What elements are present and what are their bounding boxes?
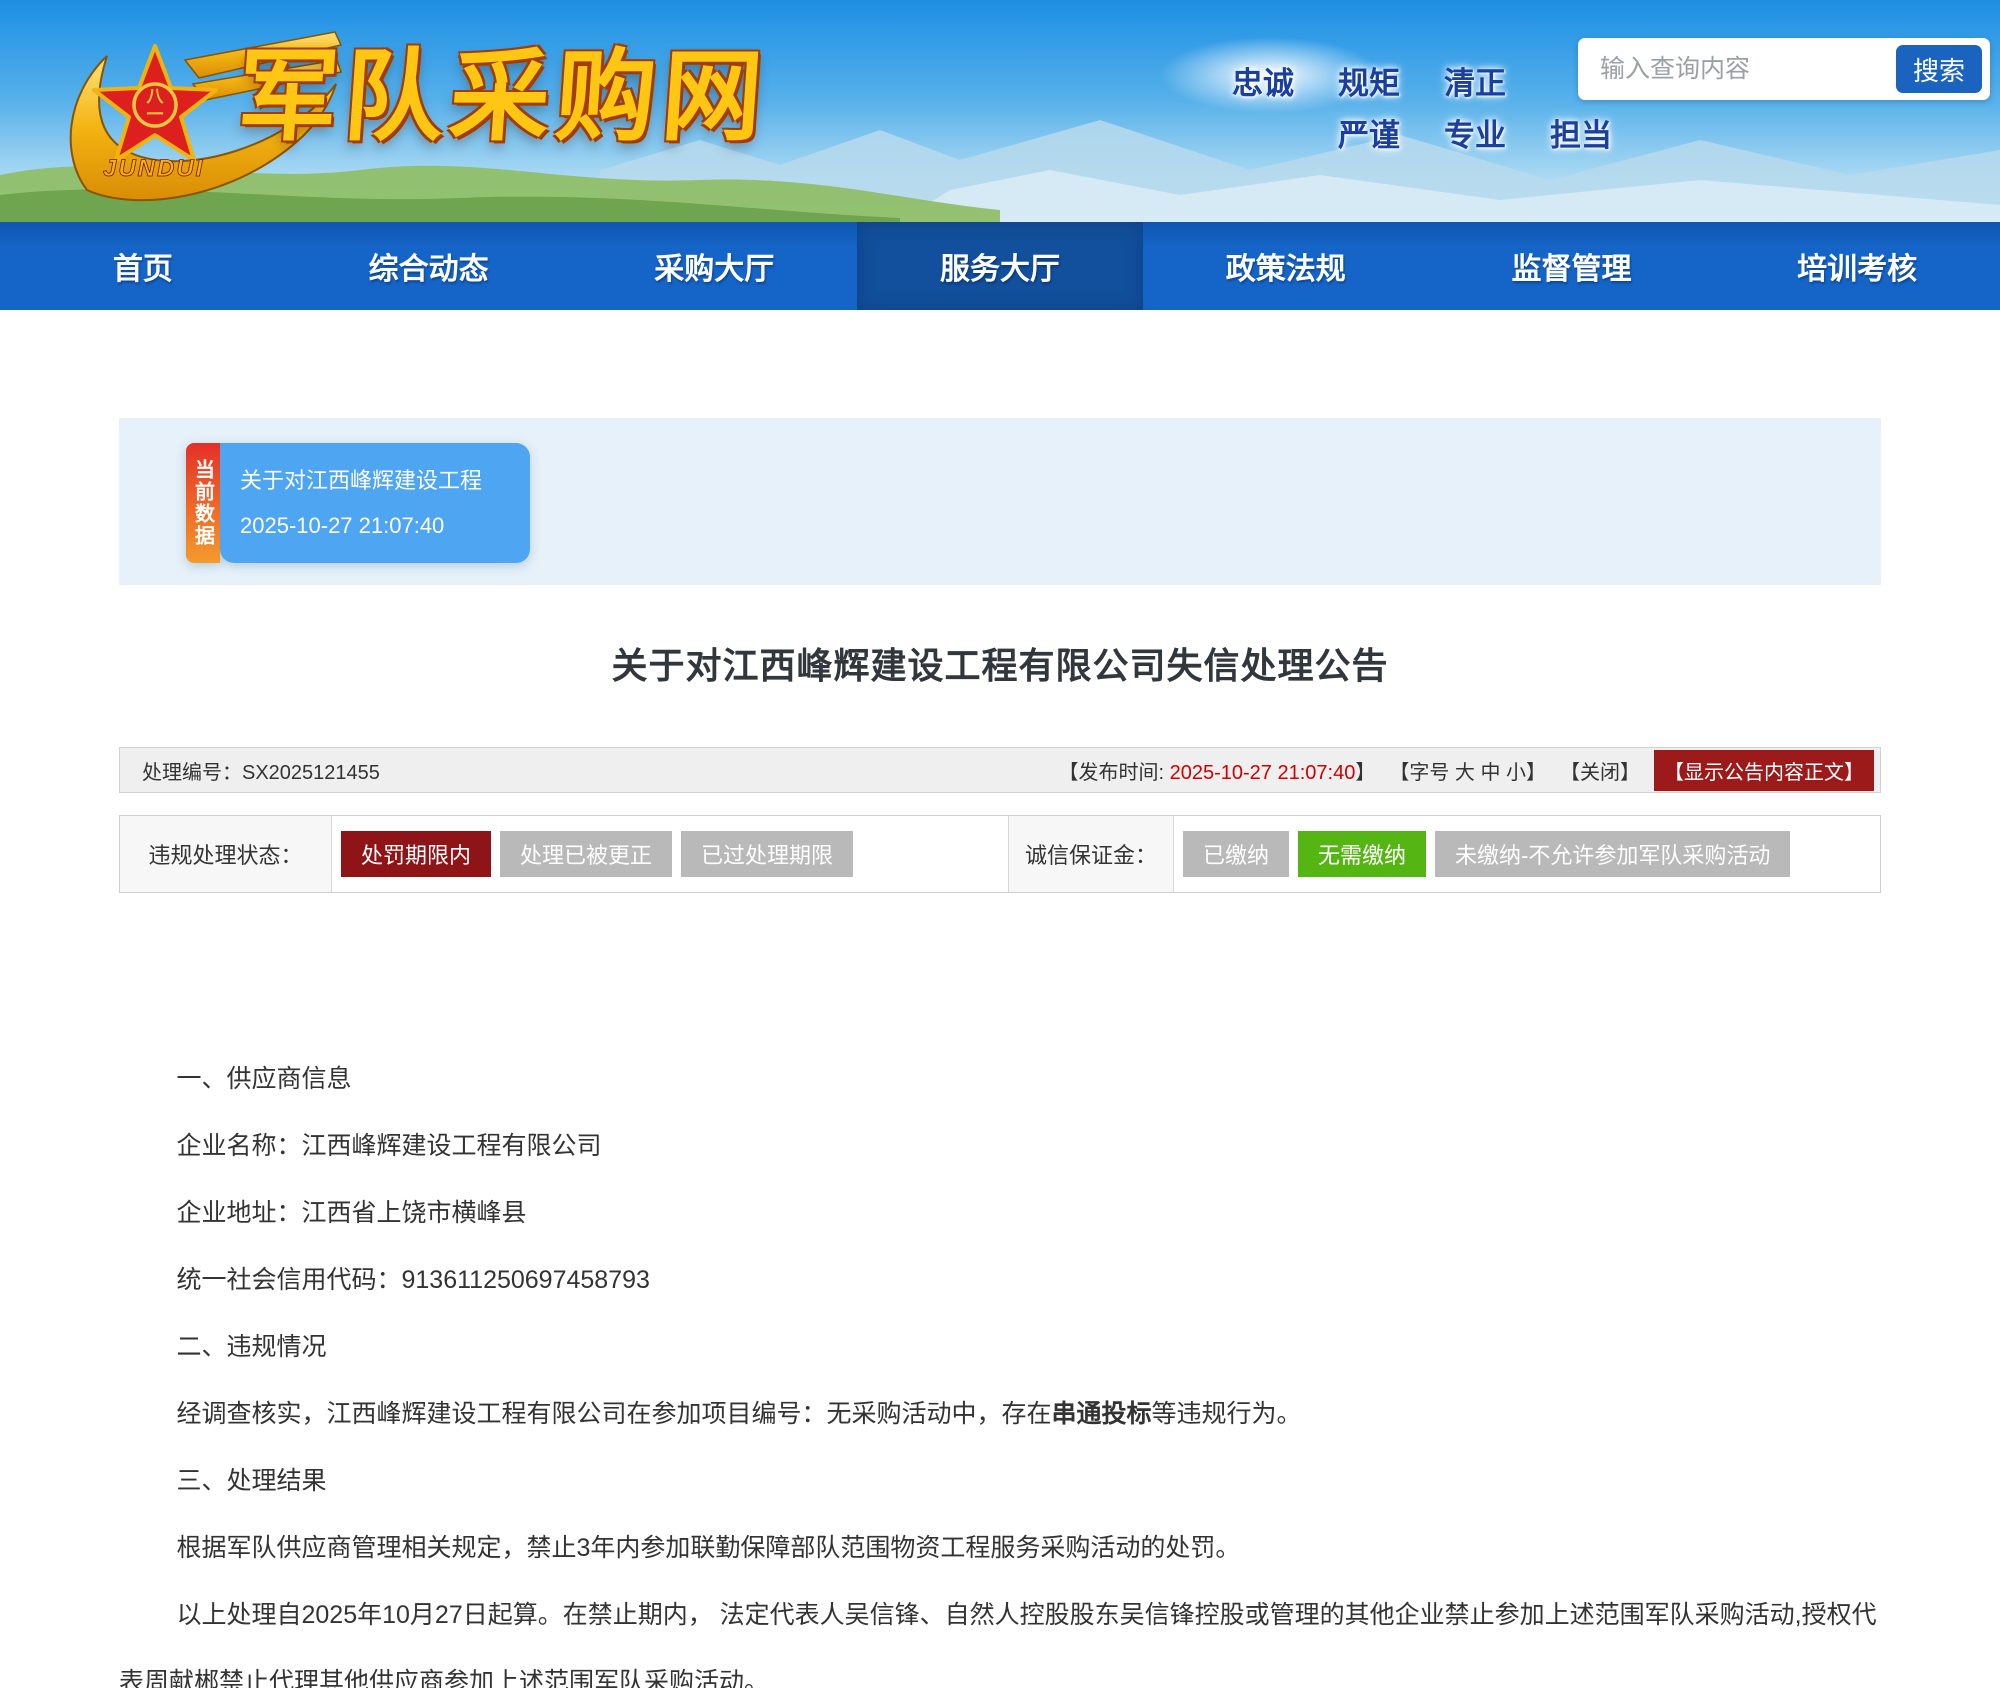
deposit-paid[interactable]: 已缴纳 <box>1183 831 1289 877</box>
nav-item-policies[interactable]: 政策法规 <box>1143 222 1429 310</box>
status-bar: 违规处理状态： 处罚期限内 处理已被更正 已过处理期限 诚信保证金： 已缴纳 无… <box>119 815 1881 893</box>
nav-item-training[interactable]: 培训考核 <box>1714 222 2000 310</box>
section-heading-supplier-info: 一、供应商信息 <box>119 1046 1889 1113</box>
nav-item-news[interactable]: 综合动态 <box>286 222 572 310</box>
deposit-options: 已缴纳 无需缴纳 未缴纳-不允许参加军队采购活动 <box>1174 816 1880 892</box>
announcement-title: 关于对江西峰辉建设工程有限公司失信处理公告 <box>119 637 1881 689</box>
deposit-label: 诚信保证金： <box>1008 816 1174 892</box>
status-period-expired[interactable]: 已过处理期限 <box>681 831 853 877</box>
process-number-label: 处理编号： <box>142 762 242 784</box>
violation-status-label: 违规处理状态： <box>120 816 332 892</box>
current-data-title: 关于对江西峰辉建设工程 <box>240 463 530 495</box>
penalty-scope-line: 以上处理自2025年10月27日起算。在禁止期内， 法定代表人吴信锋、自然人控股… <box>119 1582 1889 1688</box>
main-nav: 首页 综合动态 采购大厅 服务大厅 政策法规 监督管理 培训考核 <box>0 222 2000 310</box>
company-address-line: 企业地址：江西省上饶市横峰县 <box>119 1180 1889 1247</box>
status-within-penalty-period[interactable]: 处罚期限内 <box>341 831 491 877</box>
current-data-card[interactable]: 关于对江西峰辉建设工程 2025-10-27 21:07:40 <box>220 443 530 563</box>
violation-status-options: 处罚期限内 处理已被更正 已过处理期限 <box>332 816 1008 892</box>
status-corrected[interactable]: 处理已被更正 <box>500 831 672 877</box>
violation-keyword: 串通投标 <box>1052 1400 1152 1428</box>
section-heading-violation: 二、违规情况 <box>119 1314 1889 1381</box>
publish-time-prefix: 【发布时间: <box>1058 762 1169 784</box>
nav-item-service-hall[interactable]: 服务大厅 <box>857 222 1143 310</box>
deposit-not-required[interactable]: 无需缴纳 <box>1298 831 1426 877</box>
search-box: 搜索 <box>1578 38 1990 100</box>
logo-jundui-text: JUNDUI <box>103 155 204 182</box>
current-data-widget: 当前数据 关于对江西峰辉建设工程 2025-10-27 21:07:40 <box>186 443 530 563</box>
meta-bar: 处理编号：SX2025121455 【发布时间: 2025-10-27 21:0… <box>119 747 1881 793</box>
close-button[interactable]: 【关闭】 <box>1560 756 1640 785</box>
current-data-timestamp: 2025-10-27 21:07:40 <box>240 513 530 539</box>
violation-detail-line: 经调查核实，江西峰辉建设工程有限公司在参加项目编号：无采购活动中，存在串通投标等… <box>119 1381 1889 1448</box>
violation-detail-prefix: 经调查核实，江西峰辉建设工程有限公司在参加项目编号：无采购活动中，存在 <box>177 1400 1052 1428</box>
announcement-body: 一、供应商信息 企业名称：江西峰辉建设工程有限公司 企业地址：江西省上饶市横峰县… <box>119 1046 1889 1688</box>
show-announcement-body-button[interactable]: 【显示公告内容正文】 <box>1654 750 1874 791</box>
current-data-band: 当前数据 关于对江西峰辉建设工程 2025-10-27 21:07:40 <box>119 418 1881 585</box>
emblem-char-ba: 八 <box>147 87 165 106</box>
publish-time: 【发布时间: 2025-10-27 21:07:40】 <box>1058 756 1375 785</box>
publish-time-suffix: 】 <box>1355 762 1375 784</box>
penalty-line: 根据军队供应商管理相关规定，禁止3年内参加联勤保障部队范围物资工程服务采购活动的… <box>119 1515 1889 1582</box>
content-container: 当前数据 关于对江西峰辉建设工程 2025-10-27 21:07:40 关于对… <box>119 418 1881 1688</box>
site-name: 军队采购网 <box>234 42 772 152</box>
credit-code-line: 统一社会信用代码：913611250697458793 <box>119 1247 1889 1314</box>
section-heading-result: 三、处理结果 <box>119 1448 1889 1515</box>
deposit-unpaid-banned[interactable]: 未缴纳-不允许参加军队采购活动 <box>1435 831 1790 877</box>
emblem-char-yi: 一 <box>147 105 164 124</box>
process-number-value: SX2025121455 <box>242 762 380 784</box>
search-button[interactable]: 搜索 <box>1896 45 1982 93</box>
meta-actions: 【发布时间: 2025-10-27 21:07:40】 【字号 大 中 小】 【… <box>1044 750 1874 791</box>
violation-detail-suffix: 等违规行为。 <box>1152 1400 1302 1428</box>
font-size-controls[interactable]: 【字号 大 中 小】 <box>1389 756 1546 785</box>
site-header: 八 一 JUNDUI 军队采购网 忠诚 规矩 清正 严谨 专业 担当 搜索 <box>0 0 2000 222</box>
process-number: 处理编号：SX2025121455 <box>142 756 380 785</box>
company-name-line: 企业名称：江西峰辉建设工程有限公司 <box>119 1113 1889 1180</box>
current-data-tab: 当前数据 <box>186 443 220 563</box>
nav-item-supervision[interactable]: 监督管理 <box>1429 222 1715 310</box>
publish-time-value: 2025-10-27 21:07:40 <box>1170 762 1356 784</box>
nav-item-home[interactable]: 首页 <box>0 222 286 310</box>
nav-item-procurement-hall[interactable]: 采购大厅 <box>571 222 857 310</box>
